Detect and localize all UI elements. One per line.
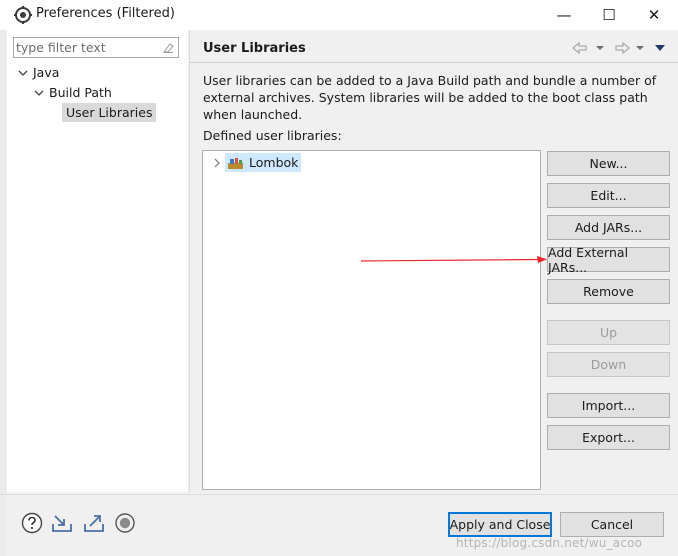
page-navigation (572, 41, 665, 55)
cancel-button[interactable]: Cancel (560, 512, 664, 537)
help-icon[interactable] (21, 512, 43, 534)
page-description: User libraries can be added to a Java Bu… (203, 73, 657, 122)
chevron-down-icon[interactable] (17, 67, 29, 79)
import-button-label: Import... (581, 398, 636, 413)
add-external-jars-button[interactable]: Add External JARs... (547, 244, 670, 275)
tree-item-label: User Libraries (62, 103, 157, 122)
close-window-button[interactable]: ✕ (631, 0, 677, 30)
library-row-lombok[interactable]: Lombok (211, 153, 302, 172)
minimize-button[interactable]: — (541, 0, 587, 30)
export-button-label: Export... (582, 430, 635, 445)
tree-item-label: Java (33, 65, 60, 80)
record-icon[interactable] (114, 512, 136, 534)
header-separator (190, 62, 678, 63)
back-dropdown-icon[interactable] (596, 46, 604, 50)
new-button-label: New... (589, 156, 628, 171)
filter-input[interactable] (16, 39, 156, 56)
user-libraries-list[interactable]: Lombok (202, 150, 541, 490)
annotation-arrow (360, 256, 547, 263)
forward-dropdown-icon[interactable] (636, 46, 644, 50)
edit-button[interactable]: Edit... (547, 183, 670, 208)
close-icon: ✕ (647, 6, 661, 24)
preferences-dialog: Preferences (Filtered) — ☐ ✕ Java Build … (0, 0, 678, 556)
tree-item-build-path[interactable]: Build Path (33, 83, 112, 102)
watermark-text: https://blog.csdn.net/wu_acoo (456, 536, 643, 550)
edit-button-label: Edit... (590, 188, 627, 203)
down-button[interactable]: Down (547, 352, 670, 377)
chevron-right-icon[interactable] (211, 157, 223, 169)
library-icon (228, 157, 243, 169)
down-button-label: Down (590, 357, 627, 372)
remove-button-label: Remove (583, 284, 634, 299)
up-button[interactable]: Up (547, 320, 670, 345)
library-name: Lombok (249, 155, 299, 170)
chevron-down-icon[interactable] (33, 87, 45, 99)
maximize-icon: ☐ (602, 6, 616, 24)
import-prefs-icon[interactable] (51, 512, 73, 534)
remove-button[interactable]: Remove (547, 279, 670, 304)
background-window-edge (0, 30, 7, 556)
back-arrow-icon[interactable] (572, 41, 587, 55)
view-menu-icon[interactable] (655, 45, 665, 51)
forward-arrow-icon[interactable] (615, 41, 630, 55)
apply-and-close-button[interactable]: Apply and Close (448, 512, 552, 537)
title-bar: Preferences (Filtered) — ☐ ✕ (0, 0, 678, 30)
tree-item-label: Build Path (49, 85, 112, 100)
minimize-icon: — (556, 6, 572, 24)
clear-filter-icon[interactable] (162, 41, 175, 54)
filter-field[interactable] (13, 37, 179, 58)
page-title: User Libraries (203, 41, 306, 56)
import-button[interactable]: Import... (547, 393, 670, 418)
maximize-button[interactable]: ☐ (586, 0, 632, 30)
add-jars-button-label: Add JARs... (574, 220, 643, 235)
export-prefs-icon[interactable] (83, 512, 105, 534)
new-button[interactable]: New... (547, 151, 670, 176)
apply-and-close-label: Apply and Close (449, 517, 551, 532)
add-external-jars-button-label: Add External JARs... (548, 244, 629, 275)
footer-separator (0, 494, 678, 495)
defined-libraries-label: Defined user libraries: (203, 128, 342, 143)
eclipse-gear-icon (14, 6, 32, 24)
up-button-label: Up (599, 325, 618, 340)
export-button[interactable]: Export... (547, 425, 670, 450)
cancel-label: Cancel (590, 517, 634, 532)
add-jars-button[interactable]: Add JARs... (547, 215, 670, 240)
window-title: Preferences (Filtered) (36, 6, 175, 21)
tree-item-java[interactable]: Java (17, 63, 59, 82)
tree-item-user-libraries[interactable]: User Libraries (62, 103, 157, 122)
